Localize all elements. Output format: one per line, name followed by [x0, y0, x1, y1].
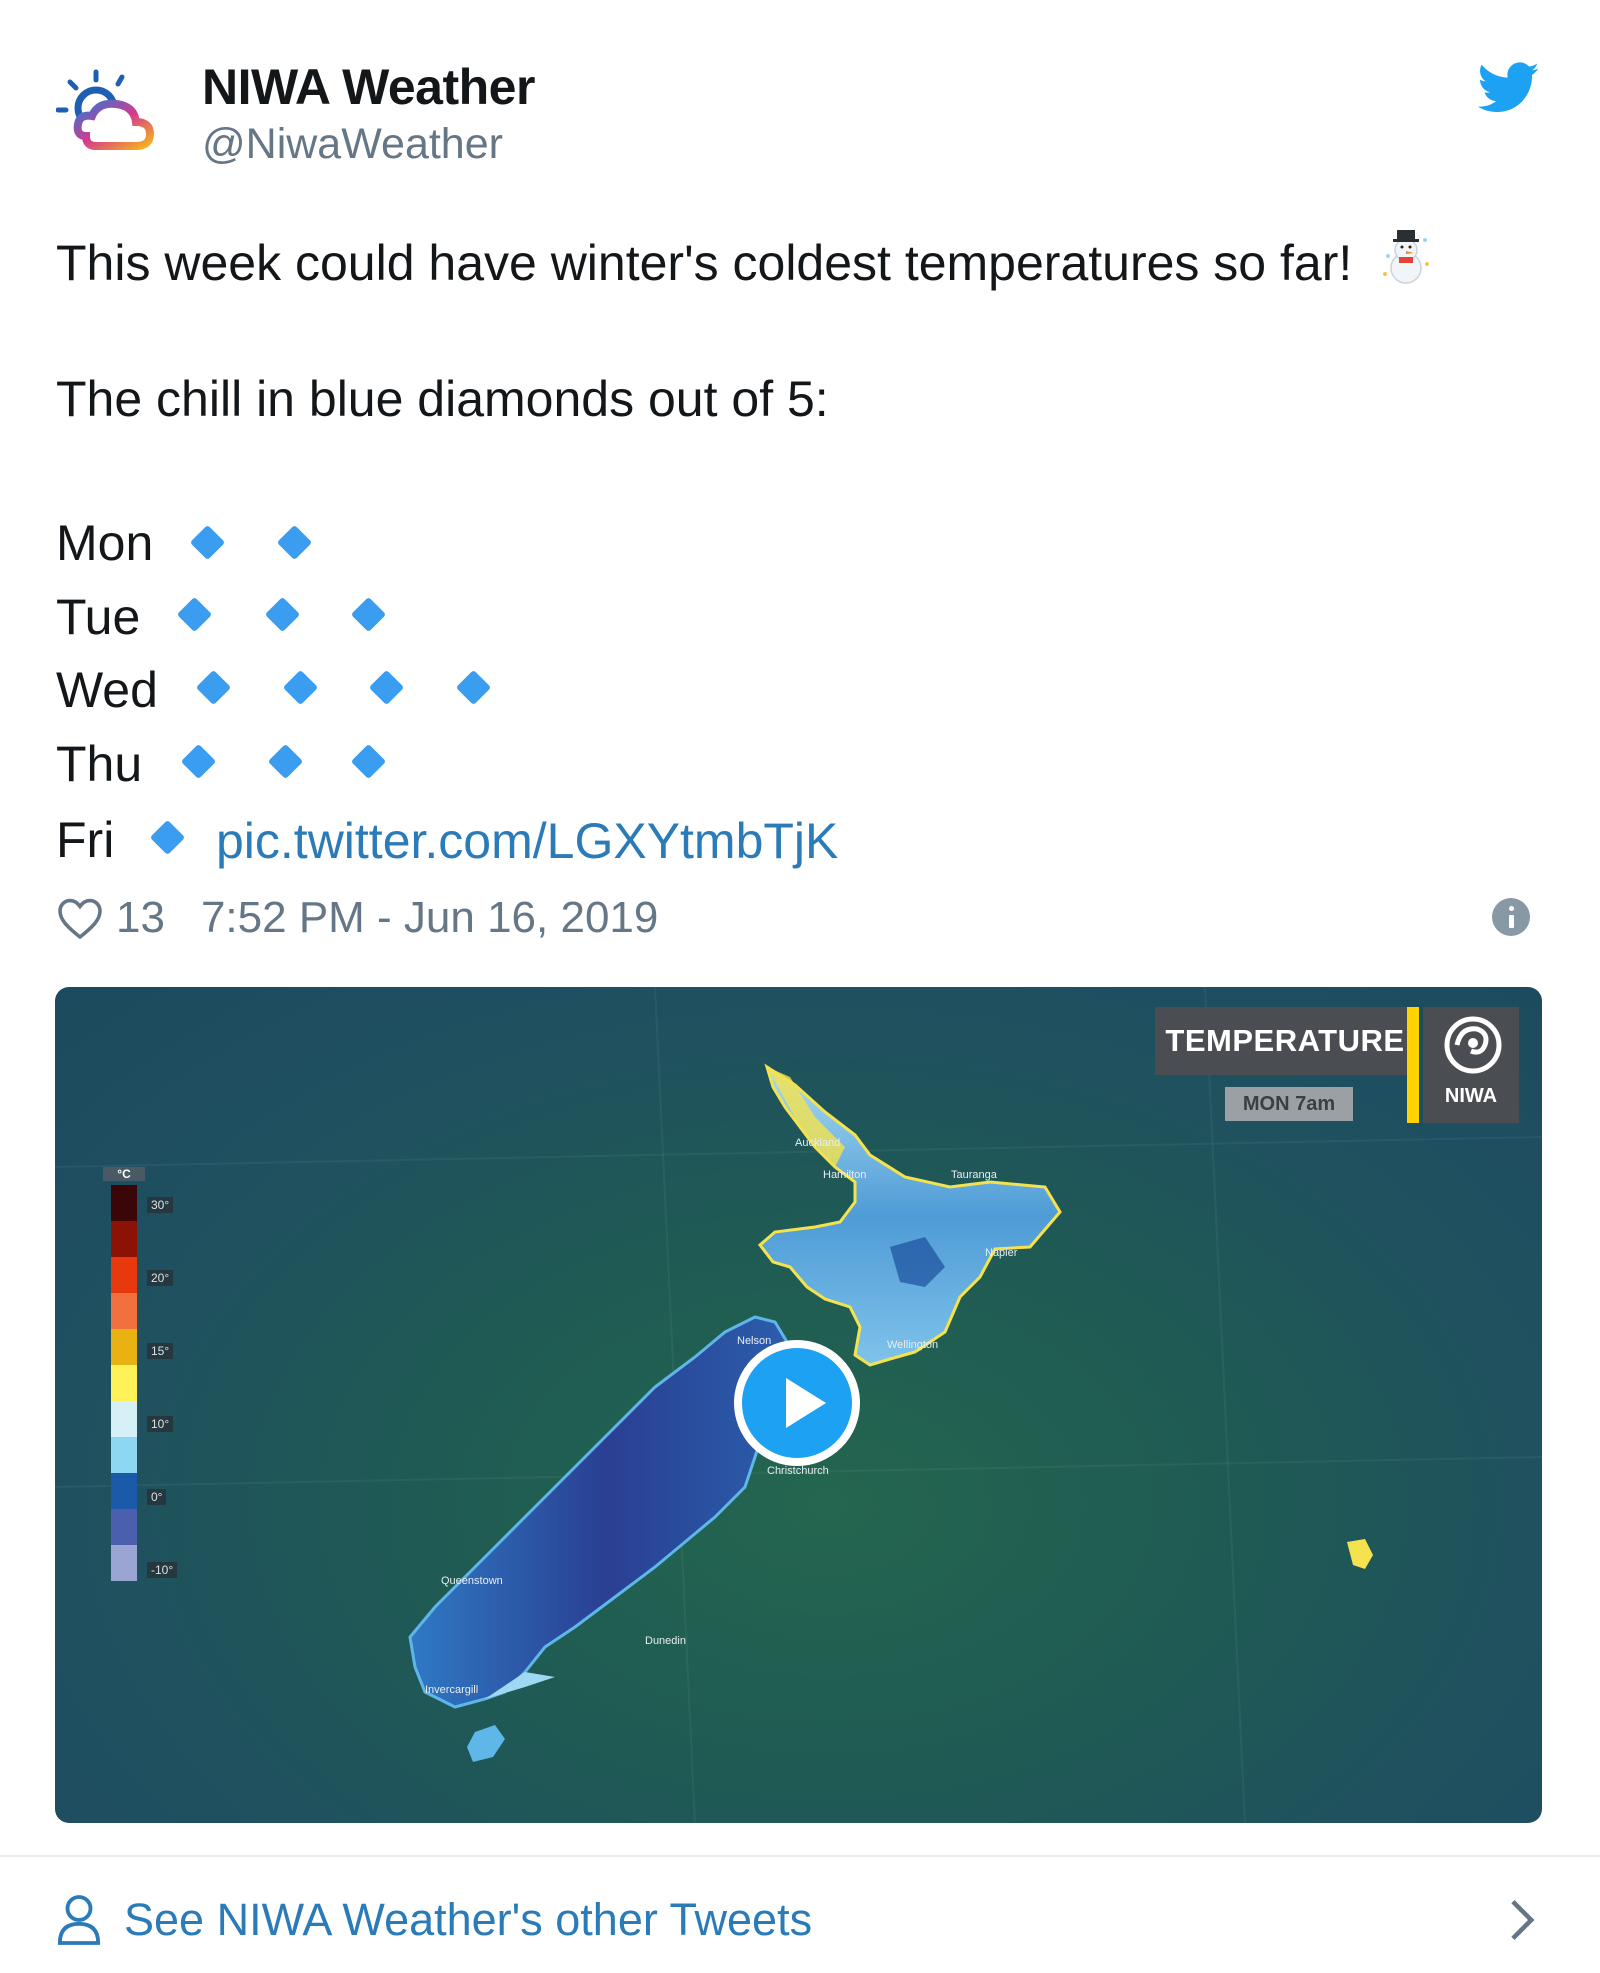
heart-icon[interactable] [56, 896, 104, 940]
tweet-text-line-2: The chill in blue diamonds out of 5: [56, 371, 829, 427]
diamond-icon [455, 669, 492, 706]
day-row-wed: Wed [56, 660, 158, 720]
legend-tick: 30° [147, 1197, 174, 1213]
timestamp[interactable]: 7:52 PM - Jun 16, 2019 [201, 893, 658, 943]
info-icon[interactable] [1492, 898, 1530, 936]
niwa-swirl-icon [1444, 1016, 1502, 1074]
diamond-icon [264, 596, 301, 633]
legend-swatch [111, 1257, 137, 1293]
niwa-logo: NIWA [1423, 1007, 1519, 1123]
avatar[interactable] [55, 66, 168, 170]
city-label: Napier [985, 1247, 1018, 1259]
city-label: Tauranga [951, 1169, 997, 1181]
city-label: Hamilton [823, 1169, 867, 1181]
legend-swatch [111, 1221, 137, 1257]
city-label: Queenstown [441, 1575, 503, 1587]
diamond-icon [189, 524, 226, 561]
legend-tick: 15° [147, 1343, 174, 1359]
diamond-icon [368, 669, 405, 706]
diamond-icon [267, 743, 304, 780]
legend-tick: 10° [147, 1416, 174, 1432]
day-row-thu: Thu [56, 734, 142, 794]
person-icon [57, 1895, 101, 1945]
niwa-label: NIWA [1444, 1085, 1498, 1107]
yellow-strip [1407, 1007, 1419, 1123]
play-button[interactable] [734, 1340, 860, 1466]
legend-color-bar [111, 1185, 137, 1581]
day-row-tue: Tue [56, 587, 140, 647]
day-label: Mon [56, 515, 154, 571]
city-label: Wellington [887, 1339, 939, 1351]
like-count[interactable]: 13 [116, 893, 165, 943]
twitter-bird-icon[interactable] [1477, 60, 1540, 116]
legend-swatch [111, 1545, 137, 1581]
legend-swatch [111, 1509, 137, 1545]
city-label: Auckland [795, 1137, 841, 1149]
temperature-title: TEMPERATURE [1155, 1007, 1415, 1075]
legend-tick: 20° [147, 1270, 174, 1286]
day-row-mon: Mon [56, 513, 153, 573]
legend-swatch [111, 1293, 137, 1329]
city-label: Nelson [737, 1335, 772, 1347]
diamond-icon [350, 596, 387, 633]
diamond-icon [195, 669, 232, 706]
day-label: Thu [56, 736, 143, 792]
legend-swatch [111, 1365, 137, 1401]
legend-tick: 0° [147, 1489, 167, 1505]
day-label: Tue [56, 589, 141, 645]
diamond-icon [350, 743, 387, 780]
legend-swatch [111, 1401, 137, 1437]
author-name[interactable]: NIWA Weather [202, 58, 535, 116]
legend-swatch [111, 1473, 137, 1509]
tweet-meta: 13 7:52 PM - Jun 16, 2019 [56, 890, 658, 946]
diamond-icon [276, 524, 313, 561]
legend-swatch [111, 1329, 137, 1365]
legend-swatch [111, 1185, 137, 1221]
temperature-badge: TEMPERATURE [1155, 1007, 1415, 1079]
chevron-right-icon[interactable] [1508, 1898, 1538, 1942]
snowman-icon [1380, 226, 1432, 298]
diamond-icon [282, 669, 319, 706]
time-label: MON 7am [1225, 1087, 1353, 1121]
tweet-text-line-1: This week could have winter's coldest te… [56, 226, 1432, 298]
diamond-icon [176, 596, 213, 633]
temperature-legend: °C 30° 20° 15° 10° 0° -10° [103, 1167, 233, 1587]
legend-swatch [111, 1437, 137, 1473]
city-label: Invercargill [425, 1684, 479, 1696]
diamond-icon [180, 743, 217, 780]
divider [0, 1855, 1600, 1857]
author-handle[interactable]: @NiwaWeather [202, 120, 503, 169]
other-tweets-link[interactable]: See NIWA Weather's other Tweets [124, 1894, 812, 1946]
diamond-icon [149, 819, 186, 856]
day-label: Wed [56, 662, 158, 718]
city-label: Christchurch [767, 1465, 829, 1477]
tweet-text: This week could have winter's coldest te… [56, 235, 1353, 291]
city-label: Dunedin [645, 1635, 686, 1647]
day-label: Fri [56, 812, 115, 868]
legend-tick: -10° [147, 1562, 178, 1578]
niwa-cloud-logo-icon [55, 69, 155, 150]
footer-row[interactable]: See NIWA Weather's other Tweets [56, 1890, 1546, 1950]
legend-unit: °C [103, 1167, 145, 1181]
pic-link[interactable]: pic.twitter.com/LGXYtmbTjK [216, 812, 838, 870]
day-row-fri: Fri [56, 810, 114, 870]
video-thumbnail[interactable]: °C 30° 20° 15° 10° 0° -10° TEMPERATURE M… [55, 987, 1542, 1823]
